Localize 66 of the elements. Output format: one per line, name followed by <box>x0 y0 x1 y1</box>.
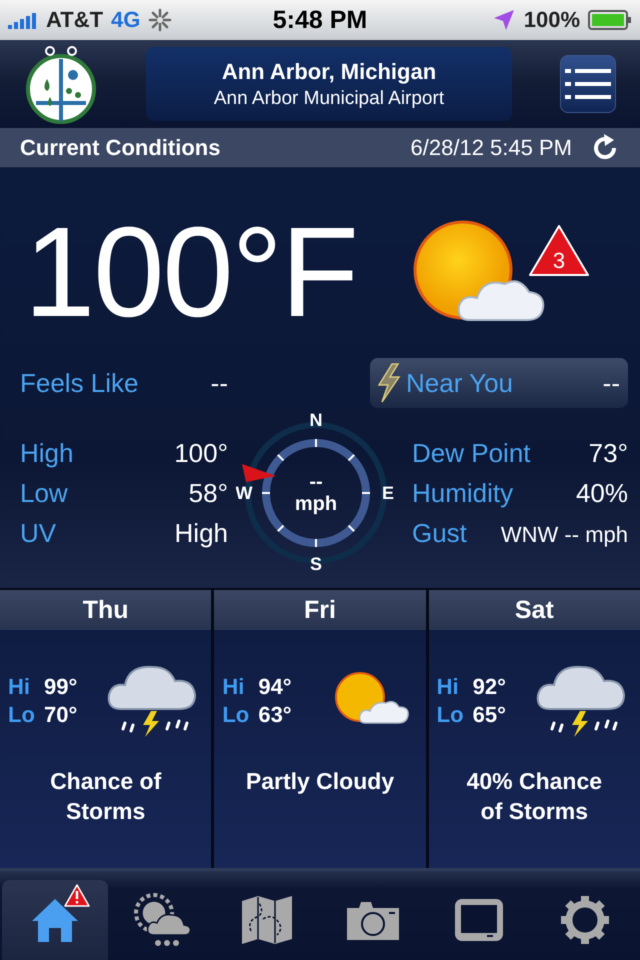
lo-label: Lo <box>436 702 465 728</box>
warning-icon <box>64 884 90 908</box>
activity-icon <box>148 8 172 32</box>
forecast-summary: Partly Cloudy <box>244 767 396 796</box>
lo-temp: 70° <box>44 702 78 728</box>
compass-south: S <box>310 554 322 574</box>
near-you-button[interactable]: Near You -- <box>370 358 628 408</box>
location-title: Ann Arbor, Michigan <box>222 58 436 84</box>
alert-badge[interactable]: 3 <box>526 223 591 279</box>
stat-label: Humidity <box>412 478 514 509</box>
hi-temp: 92° <box>472 674 506 700</box>
alert-count: 3 <box>552 248 566 273</box>
screen-icon <box>453 897 505 943</box>
status-time: 5:48 PM <box>272 6 368 34</box>
stat-label: Low <box>20 478 68 509</box>
stat-value: 100° <box>174 438 228 469</box>
section-title: Current Conditions <box>20 134 222 160</box>
forecast-day: Sat <box>428 590 640 630</box>
stat-label: High <box>20 438 74 469</box>
near-you-label: Near You <box>406 368 513 398</box>
compass-east: E <box>382 483 394 503</box>
carrier-name: AT&T <box>46 7 104 33</box>
location-selector[interactable]: Ann Arbor, Michigan Ann Arbor Municipal Airport <box>146 47 512 121</box>
hi-temp: 99° <box>44 674 78 700</box>
wind-speed: -- <box>309 471 323 493</box>
hi-label: Hi <box>222 674 246 700</box>
signal-icon <box>8 11 38 29</box>
stat-value: High <box>174 518 228 549</box>
hi-temp: 94° <box>258 674 292 700</box>
forecast-summary: 40% Chance of Storms <box>466 767 604 826</box>
battery-percent: 100% <box>524 7 580 33</box>
wind-unit: mph <box>294 493 338 515</box>
forecast-day: Fri <box>214 590 426 630</box>
updated-time: 6/28/12 5:45 PM <box>410 134 572 160</box>
lo-temp: 63° <box>258 702 292 728</box>
stat-value: 73° <box>588 438 628 469</box>
station-name: Ann Arbor Municipal Airport <box>214 88 444 110</box>
compass-north: N <box>310 410 322 430</box>
stat-value: 40% <box>576 478 628 509</box>
menu-icon <box>565 67 611 101</box>
lo-label: Lo <box>222 702 250 728</box>
hi-label: Hi <box>8 674 31 700</box>
stat-value: WNW -- mph <box>500 522 628 548</box>
stat-label: Dew Point <box>412 438 530 469</box>
tab-button[interactable] <box>2 880 108 960</box>
wind-direction-pointer <box>242 464 276 482</box>
hi-label: Hi <box>436 674 460 700</box>
current-temperature: 100°F <box>24 209 357 337</box>
stat-value: 58° <box>188 478 228 509</box>
battery-icon <box>588 9 632 31</box>
lo-label: Lo <box>8 702 36 728</box>
stat-label: UV <box>20 518 56 549</box>
location-icon <box>492 8 516 32</box>
near-you-value: -- <box>602 368 620 398</box>
map-icon <box>241 895 293 945</box>
lightning-icon <box>376 363 402 403</box>
forecast-summary: Chance of Storms <box>49 767 162 826</box>
lo-temp: 65° <box>472 702 506 728</box>
feels-like-label: Feels Like <box>20 368 138 398</box>
home-icon <box>30 897 80 943</box>
forecast-day: Thu <box>0 590 212 630</box>
stat-label: Gust <box>412 518 467 549</box>
settings-icon <box>560 895 610 945</box>
menu-button[interactable] <box>560 55 616 113</box>
network-type: 4G <box>111 7 140 33</box>
feels-like-value: -- <box>210 368 228 398</box>
